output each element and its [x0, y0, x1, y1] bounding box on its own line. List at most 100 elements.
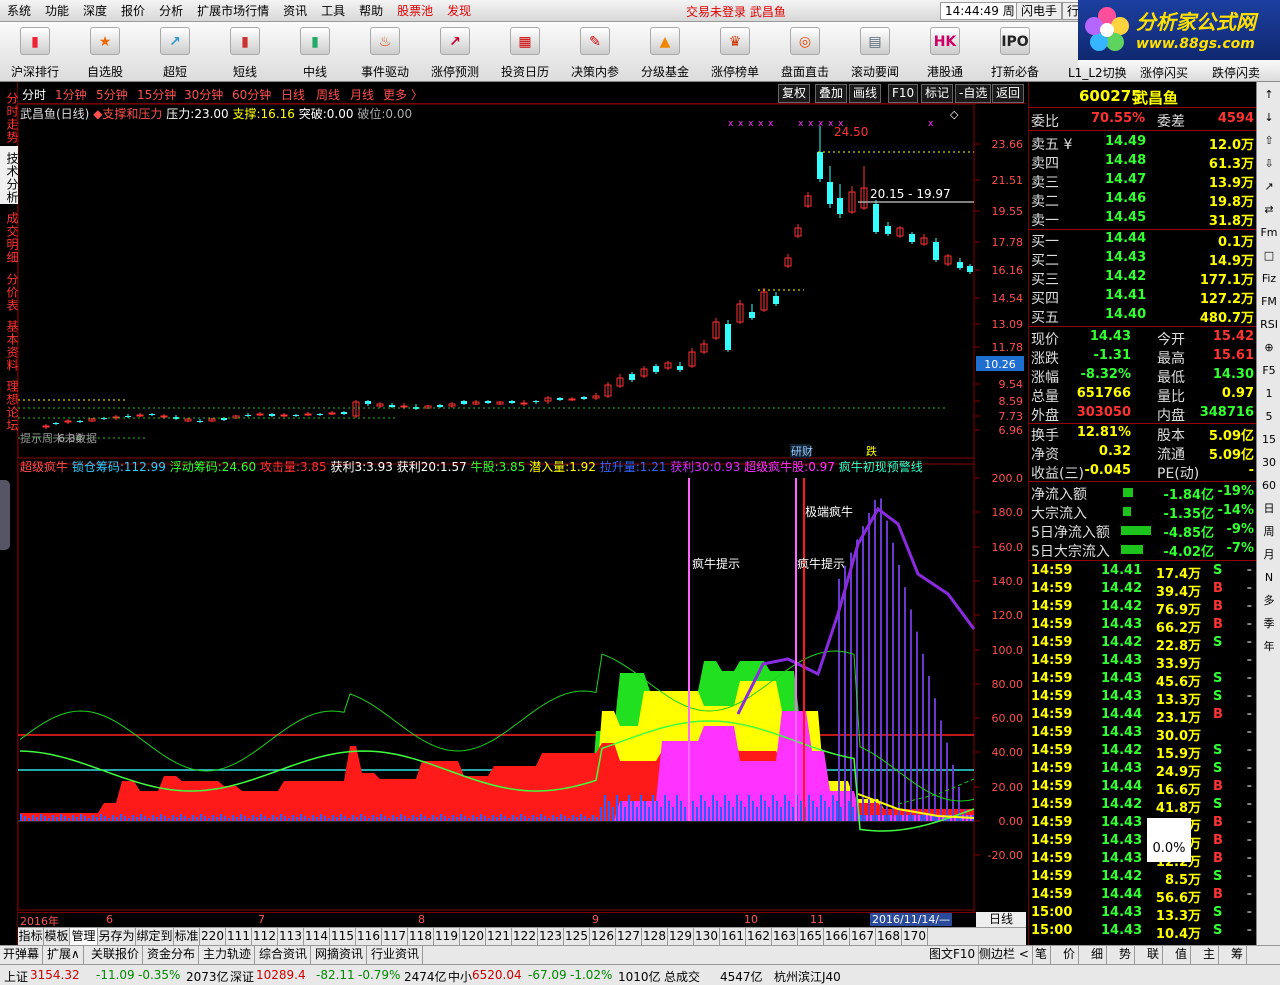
bottom-right-tab-9[interactable]: 筹 [1228, 946, 1248, 965]
toolbar-button-5[interactable]: ♨ 事件驱动 [350, 22, 420, 82]
side-tool-18[interactable]: 日 [1257, 500, 1280, 518]
indicator-tab-23[interactable]: 128 [642, 928, 668, 946]
toolbar2-button-2[interactable]: 跌停闪卖 [1212, 64, 1260, 81]
toolbar-button-8[interactable]: ✎ 决策内参 [560, 22, 630, 82]
indicator-tab-4[interactable]: 绑定到 [136, 928, 174, 946]
bottom-right-tab-5[interactable]: 势 [1116, 946, 1136, 965]
indicator-tab-5[interactable]: 标准 [174, 928, 200, 946]
indicator-tab-33[interactable]: 170 [902, 928, 928, 946]
indicator-tab-20[interactable]: 125 [564, 928, 590, 946]
toolbar-button-7[interactable]: ▦ 投资日历 [490, 22, 560, 82]
view-tab-5[interactable]: 理想论坛 [0, 374, 19, 432]
flash-trade-button[interactable]: 闪电手 [1016, 2, 1063, 20]
side-tool-24[interactable]: 年 [1257, 638, 1280, 656]
indicator-tab-18[interactable]: 122 [512, 928, 538, 946]
indicator-tab-22[interactable]: 127 [616, 928, 642, 946]
indicator-tab-32[interactable]: 168 [876, 928, 902, 946]
chart-tool-button-1[interactable]: 叠加 [815, 84, 848, 103]
event-marker[interactable]: 跌 [866, 444, 877, 458]
side-tool-9[interactable]: FM [1257, 293, 1280, 311]
side-tool-6[interactable]: Fm [1257, 224, 1280, 242]
period-tab-5[interactable]: 60分钟 [232, 86, 271, 103]
menu-item-4[interactable]: 分析 [152, 2, 190, 19]
indicator-tab-9[interactable]: 113 [278, 928, 304, 946]
indicator-tab-31[interactable]: 167 [850, 928, 876, 946]
chart-tool-button-3[interactable]: F10 [888, 84, 919, 103]
menu-item-1[interactable]: 功能 [38, 2, 76, 19]
bottom-tab-4[interactable]: 主力轨迹 [200, 946, 256, 965]
bottom-tab-1[interactable]: 扩展∧ [44, 946, 84, 965]
toolbar2-button-0[interactable]: L1_L2切换 [1068, 64, 1127, 81]
period-tab-7[interactable]: 周线 [316, 86, 340, 103]
indicator-tab-7[interactable]: 111 [226, 928, 252, 946]
toolbar-button-13[interactable]: HK 港股通 [910, 22, 980, 82]
toolbar2-button-1[interactable]: 涨停闪买 [1140, 64, 1188, 81]
menu-item-9[interactable]: 股票池 [390, 2, 440, 19]
view-tab-3[interactable]: 分价表 [0, 266, 19, 312]
bottom-tab-2[interactable]: 关联报价 [88, 946, 144, 965]
toolbar-button-10[interactable]: ♛ 涨停榜单 [700, 22, 770, 82]
toolbar-button-9[interactable]: ▲ 分级基金 [630, 22, 700, 82]
bottom-tab-0[interactable]: 开弹幕 [0, 946, 44, 965]
indicator-tab-28[interactable]: 163 [772, 928, 798, 946]
indicator-tab-8[interactable]: 112 [252, 928, 278, 946]
toolbar-button-3[interactable]: ▮ 短线 [210, 22, 280, 82]
side-tool-4[interactable]: ↗ [1257, 178, 1280, 196]
chart-tool-button-0[interactable]: 复权 [778, 84, 811, 103]
kline-chart[interactable]: 23.66 21.51 19.55 17.78 16.16 14.54 13.09 11.78… [18, 104, 1026, 912]
event-marker[interactable]: 研财 [791, 444, 813, 458]
menu-item-2[interactable]: 深度 [76, 2, 114, 19]
indicator-tab-30[interactable]: 166 [824, 928, 850, 946]
indicator-tab-24[interactable]: 129 [668, 928, 694, 946]
toolbar-button-1[interactable]: ★ 自选股 [70, 22, 140, 82]
indicator-tab-6[interactable]: 220 [200, 928, 226, 946]
side-tool-12[interactable]: F5 [1257, 362, 1280, 380]
indicator-tab-3[interactable]: 另存为 [98, 928, 136, 946]
period-tab-4[interactable]: 30分钟 [184, 86, 223, 103]
side-tool-11[interactable]: ⊕ [1257, 339, 1280, 357]
period-tab-1[interactable]: 1分钟 [55, 86, 87, 103]
indicator-tab-11[interactable]: 115 [330, 928, 356, 946]
view-tab-4[interactable]: 基本资料 [0, 314, 19, 372]
indicator-tab-16[interactable]: 120 [460, 928, 486, 946]
menu-item-7[interactable]: 工具 [314, 2, 352, 19]
menu-item-0[interactable]: 系统 [0, 2, 38, 19]
toolbar-button-14[interactable]: IPO 打新必备 [980, 22, 1050, 82]
period-tab-2[interactable]: 5分钟 [96, 86, 128, 103]
side-tool-8[interactable]: Fiz [1257, 270, 1280, 288]
toolbar-button-0[interactable]: ▮ 沪深排行 [0, 22, 70, 82]
period-tab-3[interactable]: 15分钟 [137, 86, 176, 103]
toolbar-button-12[interactable]: ▤ 滚动要闻 [840, 22, 910, 82]
bottom-right-tab-3[interactable]: 价 [1060, 946, 1080, 965]
bottom-tab-7[interactable]: 行业资讯 [368, 946, 424, 965]
indicator-tab-21[interactable]: 126 [590, 928, 616, 946]
side-tool-10[interactable]: RSI [1257, 316, 1280, 334]
period-tab-6[interactable]: 日线 [281, 86, 305, 103]
indicator-tab-14[interactable]: 118 [408, 928, 434, 946]
indicator-tab-10[interactable]: 114 [304, 928, 330, 946]
side-tool-16[interactable]: 30 [1257, 454, 1280, 472]
bottom-right-tab-4[interactable]: 细 [1088, 946, 1108, 965]
side-tool-15[interactable]: 15 [1257, 431, 1280, 449]
bottom-right-tab-2[interactable]: 笔 [1032, 946, 1052, 965]
view-tab-2[interactable]: 成交明细 [0, 206, 19, 264]
toolbar-button-2[interactable]: ↗ 超短 [140, 22, 210, 82]
indicator-tab-15[interactable]: 119 [434, 928, 460, 946]
menu-item-5[interactable]: 扩展市场行情 [190, 2, 276, 19]
bottom-tab-5[interactable]: 综合资讯 [256, 946, 312, 965]
side-tool-5[interactable]: ⇄ [1257, 201, 1280, 219]
menu-item-3[interactable]: 报价 [114, 2, 152, 19]
period-tab-8[interactable]: 月线 [350, 86, 374, 103]
side-tool-20[interactable]: 月 [1257, 546, 1280, 564]
bottom-right-tab-6[interactable]: 联 [1144, 946, 1164, 965]
side-tool-19[interactable]: 周 [1257, 523, 1280, 541]
side-tool-23[interactable]: 季 [1257, 615, 1280, 633]
indicator-tab-27[interactable]: 162 [746, 928, 772, 946]
chart-tool-button-2[interactable]: 画线 [849, 84, 882, 103]
bottom-right-tab-0[interactable]: 图文F10 [926, 946, 980, 965]
bottom-right-tab-8[interactable]: 主 [1200, 946, 1220, 965]
menu-item-10[interactable]: 发现 [440, 2, 478, 19]
side-tool-7[interactable]: □ [1257, 247, 1280, 265]
side-tool-0[interactable]: ↑ [1257, 86, 1280, 104]
view-tab-0[interactable]: 分时走势 [0, 86, 19, 144]
